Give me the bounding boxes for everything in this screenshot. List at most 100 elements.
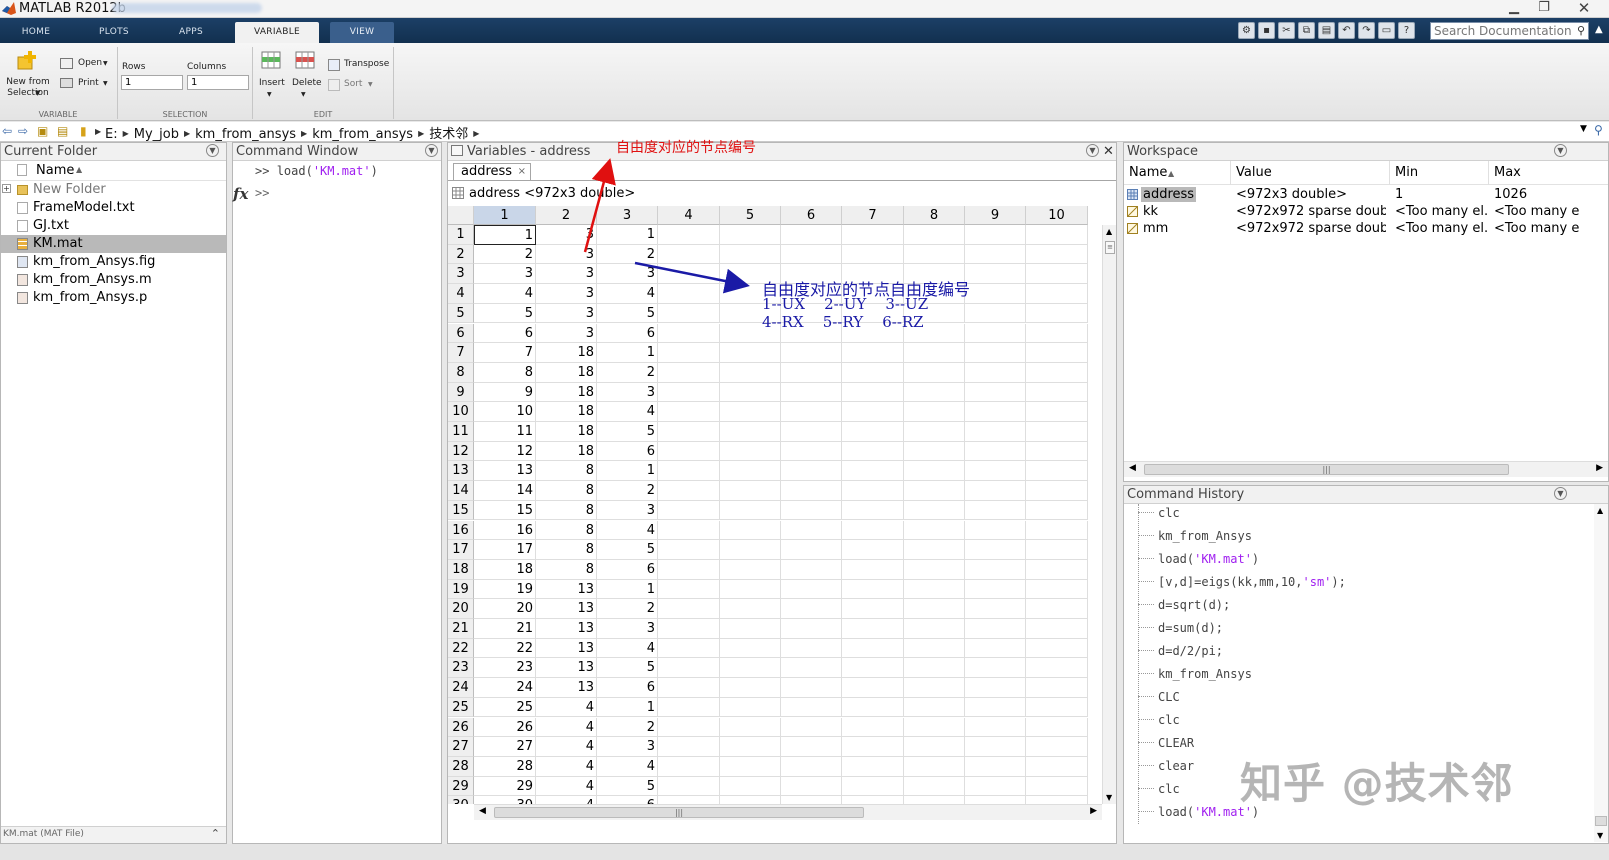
grid-row-header[interactable]: 25	[448, 697, 474, 718]
file-row-selected[interactable]: KM.mat	[1, 235, 226, 253]
grid-cell[interactable]	[965, 737, 1026, 757]
grid-cell[interactable]	[842, 619, 904, 639]
file-row[interactable]: km_from_Ansys.fig	[1, 253, 226, 271]
grid-cell[interactable]	[781, 520, 842, 541]
grid-row-header[interactable]: 15	[448, 500, 474, 521]
history-entry[interactable]: clc	[1138, 782, 1180, 802]
grid-cell[interactable]	[904, 599, 965, 619]
grid-cell[interactable]	[1026, 500, 1088, 521]
grid-cell[interactable]: 3	[536, 284, 597, 304]
breadcrumb-jishulin[interactable]: 技术邻	[429, 127, 468, 142]
grid-cell[interactable]: 29	[474, 776, 536, 797]
grid-cell[interactable]	[720, 343, 781, 363]
name-column-header[interactable]: Name ▲	[1, 161, 226, 181]
grid-cell[interactable]	[781, 382, 842, 403]
grid-cell[interactable]	[965, 540, 1026, 560]
grid-cell[interactable]: 1	[474, 225, 536, 245]
grid-cell[interactable]	[842, 520, 904, 541]
chevron-down-icon[interactable]: ▼	[103, 80, 108, 87]
grid-row-header[interactable]: 29	[448, 776, 474, 797]
grid-cell[interactable]	[720, 422, 781, 442]
grid-cell[interactable]: 4	[474, 284, 536, 304]
panel-actions-icon[interactable]: ▼	[425, 144, 438, 157]
grid-cell[interactable]	[781, 500, 842, 521]
grid-cell[interactable]	[781, 225, 842, 245]
column-header-name[interactable]: Name	[1129, 165, 1167, 180]
grid-cell[interactable]	[720, 225, 781, 245]
grid-cell[interactable]	[1026, 658, 1088, 679]
history-entry[interactable]: clc	[1138, 713, 1180, 733]
grid-cell[interactable]	[842, 382, 904, 403]
grid-cell[interactable]	[965, 678, 1026, 698]
chevron-up-icon[interactable]: ⌃	[211, 827, 220, 840]
grid-row-header[interactable]: 1	[448, 225, 474, 245]
grid-cell[interactable]	[720, 638, 781, 659]
grid-cell[interactable]	[781, 756, 842, 777]
grid-corner[interactable]	[448, 206, 474, 225]
grid-cell[interactable]	[1026, 638, 1088, 659]
grid-cell[interactable]	[720, 796, 781, 804]
grid-cell[interactable]	[658, 638, 720, 659]
grid-cell[interactable]: 4	[536, 776, 597, 797]
grid-row-header[interactable]: 8	[448, 362, 474, 383]
grid-cell[interactable]	[781, 599, 842, 619]
grid-cell[interactable]: 8	[536, 481, 597, 501]
grid-cell[interactable]	[965, 776, 1026, 797]
grid-cell[interactable]	[965, 303, 1026, 324]
workspace-row[interactable]: mm <972x972 sparse doubl... <Too many el…	[1124, 221, 1608, 237]
delete-button[interactable]: Delete	[292, 78, 322, 88]
grid-cell[interactable]: 1	[597, 343, 658, 363]
grid-cell[interactable]: 6	[597, 559, 658, 580]
grid-cell[interactable]: 7	[474, 343, 536, 363]
history-entry[interactable]: [v,d]=eigs(kk,mm,10,'sm');	[1138, 575, 1346, 595]
grid-cell[interactable]	[904, 776, 965, 797]
grid-cell[interactable]: 8	[536, 540, 597, 560]
grid-cell[interactable]	[904, 619, 965, 639]
grid-cell[interactable]	[781, 559, 842, 580]
grid-row-header[interactable]: 6	[448, 323, 474, 344]
grid-cell[interactable]	[965, 343, 1026, 363]
folder-row[interactable]: + New Folder	[1, 181, 226, 199]
minimize-button[interactable]: ▁	[1500, 0, 1528, 17]
grid-cell[interactable]: 4	[597, 402, 658, 422]
grid-cell[interactable]: 17	[474, 540, 536, 560]
grid-cell[interactable]	[842, 422, 904, 442]
grid-cell[interactable]	[965, 422, 1026, 442]
grid-cell[interactable]: 23	[474, 658, 536, 679]
grid-cell[interactable]	[720, 461, 781, 482]
breadcrumb-my-job[interactable]: My_job	[134, 127, 179, 142]
grid-cell[interactable]: 26	[474, 717, 536, 738]
file-row[interactable]: km_from_Ansys.m	[1, 271, 226, 289]
chevron-down-icon[interactable]: ▼	[1580, 124, 1587, 134]
grid-cell[interactable]: 10	[474, 402, 536, 422]
grid-cell[interactable]: 8	[536, 500, 597, 521]
breadcrumb-km-from-ansys[interactable]: km_from_ansys	[195, 127, 296, 142]
grid-cell[interactable]	[1026, 756, 1088, 777]
grid-cell[interactable]	[965, 559, 1026, 580]
column-header-min[interactable]: Min	[1395, 165, 1418, 180]
grid-cell[interactable]: 8	[536, 461, 597, 482]
vertical-scrollbar[interactable]: ▲ ▼	[1594, 504, 1608, 842]
grid-cell[interactable]: 13	[536, 599, 597, 619]
grid-cell[interactable]	[842, 737, 904, 757]
grid-cell[interactable]	[1026, 776, 1088, 797]
grid-cell[interactable]: 6	[597, 323, 658, 344]
grid-cell[interactable]	[904, 441, 965, 462]
grid-row-header[interactable]: 28	[448, 756, 474, 777]
grid-cell[interactable]	[1026, 520, 1088, 541]
grid-cell[interactable]	[965, 441, 1026, 462]
grid-cell[interactable]	[1026, 382, 1088, 403]
scroll-thumb[interactable]: |||	[1144, 464, 1509, 475]
grid-cell[interactable]	[781, 540, 842, 560]
grid-cell[interactable]	[658, 362, 720, 383]
grid-row-header[interactable]: 23	[448, 658, 474, 679]
grid-cell[interactable]: 13	[536, 579, 597, 600]
grid-cell[interactable]	[720, 481, 781, 501]
grid-cell[interactable]	[781, 402, 842, 422]
grid-cell[interactable]: 3	[597, 737, 658, 757]
grid-cell[interactable]	[965, 599, 1026, 619]
grid-cell[interactable]: 8	[474, 362, 536, 383]
grid-cell[interactable]	[781, 362, 842, 383]
grid-cell[interactable]	[658, 520, 720, 541]
grid-cell[interactable]	[842, 658, 904, 679]
